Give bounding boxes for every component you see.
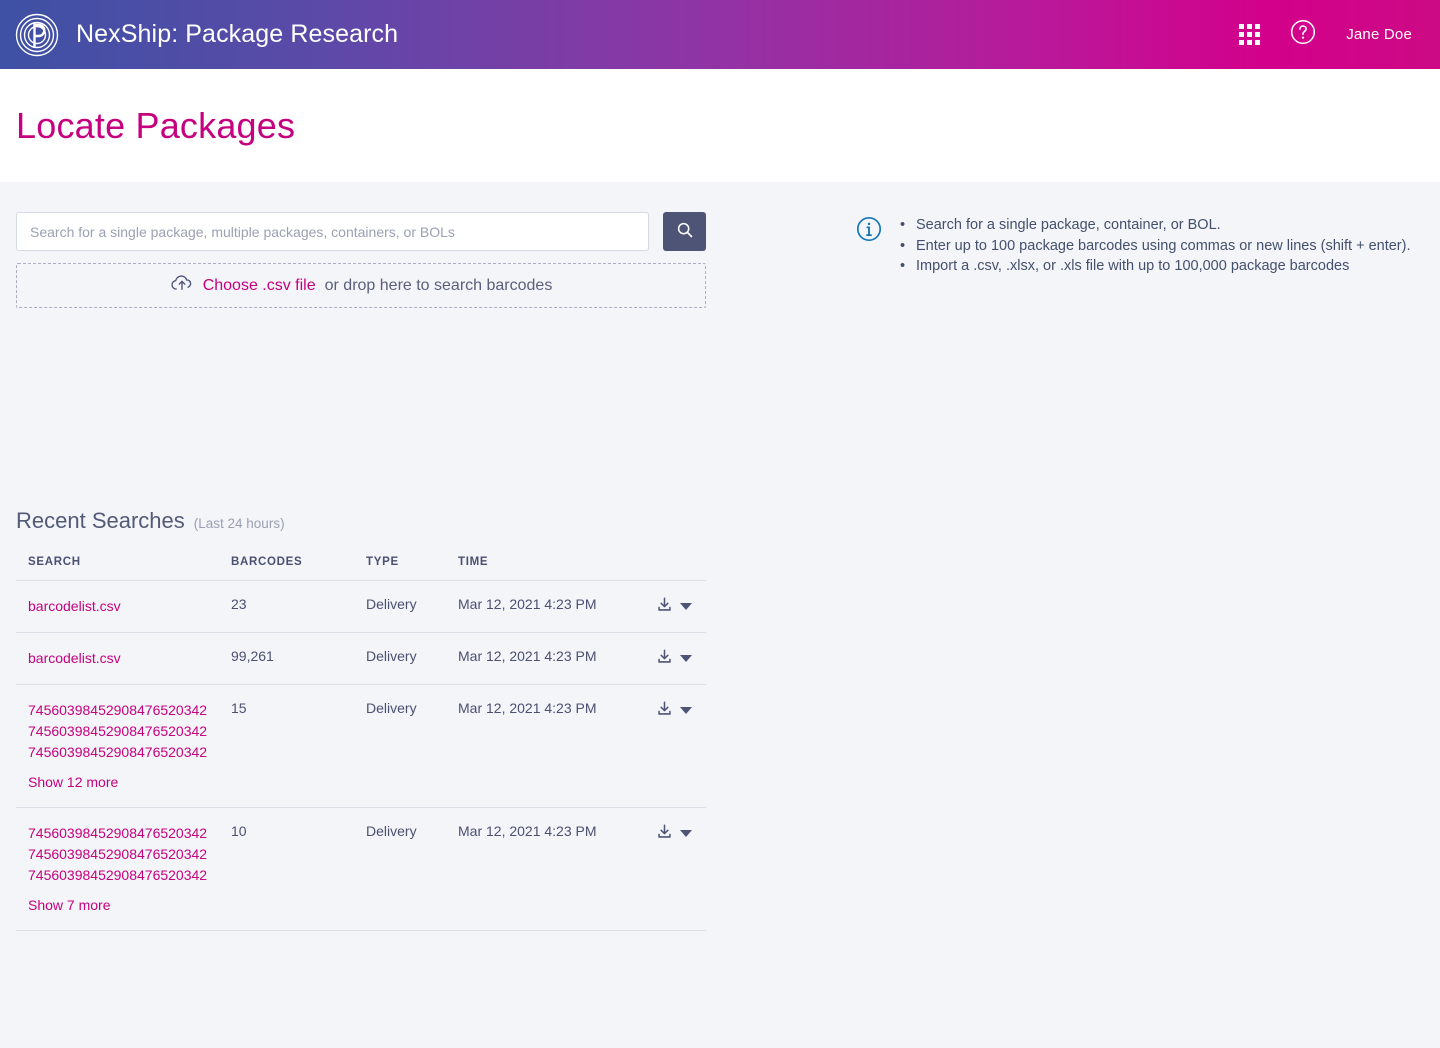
column-header-search: SEARCH	[16, 556, 231, 581]
info-column: Search for a single package, container, …	[706, 182, 1424, 277]
app-title: NexShip: Package Research	[76, 20, 399, 48]
info-bullet-item: Search for a single package, container, …	[900, 215, 1410, 236]
column-header-actions	[648, 556, 706, 581]
table-row: barcodelist.csv 23 Delivery Mar 12, 2021 4:…	[16, 580, 706, 633]
info-block: Search for a single package, container, …	[856, 215, 1424, 277]
cell-barcodes: 10	[231, 807, 366, 931]
choose-csv-file-link[interactable]: Choose .csv file	[203, 277, 316, 295]
download-icon[interactable]	[656, 823, 673, 843]
row-actions	[648, 648, 706, 668]
cell-barcodes: 15	[231, 684, 366, 808]
cell-time: Mar 12, 2021 4:23 PM	[458, 580, 648, 633]
app-grid-icon[interactable]	[1239, 24, 1261, 45]
header-actions: Jane Doe	[1239, 19, 1412, 50]
cell-barcodes: 99,261	[231, 632, 366, 685]
table-row: 74560398452908476520342 74560398452908476…	[16, 807, 706, 931]
download-icon[interactable]	[656, 596, 673, 616]
cell-actions	[648, 632, 706, 685]
cloud-upload-icon	[170, 273, 194, 298]
search-column: Choose .csv file or drop here to search …	[16, 182, 706, 931]
cell-search: barcodelist.csv	[16, 580, 231, 633]
page-title: Locate Packages	[16, 104, 296, 146]
search-term-link[interactable]: barcodelist.csv	[28, 596, 231, 617]
cell-type: Delivery	[366, 580, 458, 633]
cell-type: Delivery	[366, 807, 458, 931]
row-actions	[648, 700, 706, 720]
table-body: barcodelist.csv 23 Delivery Mar 12, 2021 4:…	[16, 580, 706, 931]
info-bullet-item: Import a .csv, .xlsx, or .xls file with …	[900, 256, 1410, 277]
search-term-link[interactable]: 74560398452908476520342	[28, 742, 231, 763]
recent-searches-header: Recent Searches (Last 24 hours)	[16, 508, 706, 534]
user-name[interactable]: Jane Doe	[1346, 26, 1412, 43]
search-icon	[676, 221, 694, 242]
recent-searches-table: SEARCH BARCODES TYPE TIME barcodelist.cs…	[16, 556, 706, 931]
table-row: 74560398452908476520342 74560398452908476…	[16, 684, 706, 808]
help-circle-icon[interactable]	[1290, 19, 1316, 50]
app-header: NexShip: Package Research Jane Doe	[0, 0, 1440, 69]
cell-actions	[648, 807, 706, 931]
cell-actions	[648, 684, 706, 808]
search-button[interactable]	[663, 212, 706, 251]
caret-down-icon[interactable]	[680, 654, 692, 662]
search-term-link[interactable]: 74560398452908476520342	[28, 844, 231, 865]
info-bullet-item: Enter up to 100 package barcodes using c…	[900, 236, 1410, 257]
info-bullet-list: Search for a single package, container, …	[900, 215, 1410, 277]
caret-down-icon[interactable]	[680, 602, 692, 610]
cell-type: Delivery	[366, 632, 458, 685]
page-body: Choose .csv file or drop here to search …	[0, 182, 1440, 931]
recent-searches-title: Recent Searches	[16, 508, 185, 533]
search-term-link[interactable]: barcodelist.csv	[28, 648, 231, 669]
cell-barcodes: 23	[231, 580, 366, 633]
cell-actions	[648, 580, 706, 633]
column-header-time: TIME	[458, 556, 648, 581]
search-term-link[interactable]: 74560398452908476520342	[28, 823, 231, 844]
column-header-barcodes: BARCODES	[231, 556, 366, 581]
info-circle-icon	[856, 216, 882, 277]
cell-type: Delivery	[366, 684, 458, 808]
cell-search: barcodelist.csv	[16, 632, 231, 685]
cell-search: 74560398452908476520342 74560398452908476…	[16, 807, 231, 931]
search-term-link[interactable]: 74560398452908476520342	[28, 865, 231, 886]
cell-time: Mar 12, 2021 4:23 PM	[458, 632, 648, 685]
row-actions	[648, 823, 706, 843]
caret-down-icon[interactable]	[680, 829, 692, 837]
brand: NexShip: Package Research	[15, 13, 398, 57]
table-head: SEARCH BARCODES TYPE TIME	[16, 556, 706, 581]
search-term-link[interactable]: 74560398452908476520342	[28, 721, 231, 742]
page-title-band: Locate Packages	[0, 69, 1440, 182]
download-icon[interactable]	[656, 700, 673, 720]
table-header-row: SEARCH BARCODES TYPE TIME	[16, 556, 706, 581]
csv-dropzone[interactable]: Choose .csv file or drop here to search …	[16, 263, 706, 308]
download-icon[interactable]	[656, 648, 673, 668]
recent-searches-subtitle: (Last 24 hours)	[193, 516, 285, 531]
show-more-link[interactable]: Show 7 more	[28, 895, 110, 915]
cell-search: 74560398452908476520342 74560398452908476…	[16, 684, 231, 808]
search-row	[16, 212, 706, 251]
show-more-link[interactable]: Show 12 more	[28, 772, 118, 792]
table-row: barcodelist.csv 99,261 Delivery Mar 12, 202…	[16, 632, 706, 685]
cell-time: Mar 12, 2021 4:23 PM	[458, 807, 648, 931]
column-header-type: TYPE	[366, 556, 458, 581]
search-term-link[interactable]: 74560398452908476520342	[28, 700, 231, 721]
pitney-bowes-circular-p-logo-icon	[15, 13, 59, 57]
recent-searches-section: Recent Searches (Last 24 hours) SEARCH B…	[16, 508, 706, 931]
row-actions	[648, 596, 706, 616]
cell-time: Mar 12, 2021 4:23 PM	[458, 684, 648, 808]
search-input[interactable]	[16, 212, 649, 251]
caret-down-icon[interactable]	[680, 706, 692, 714]
dropzone-text: or drop here to search barcodes	[324, 276, 553, 294]
